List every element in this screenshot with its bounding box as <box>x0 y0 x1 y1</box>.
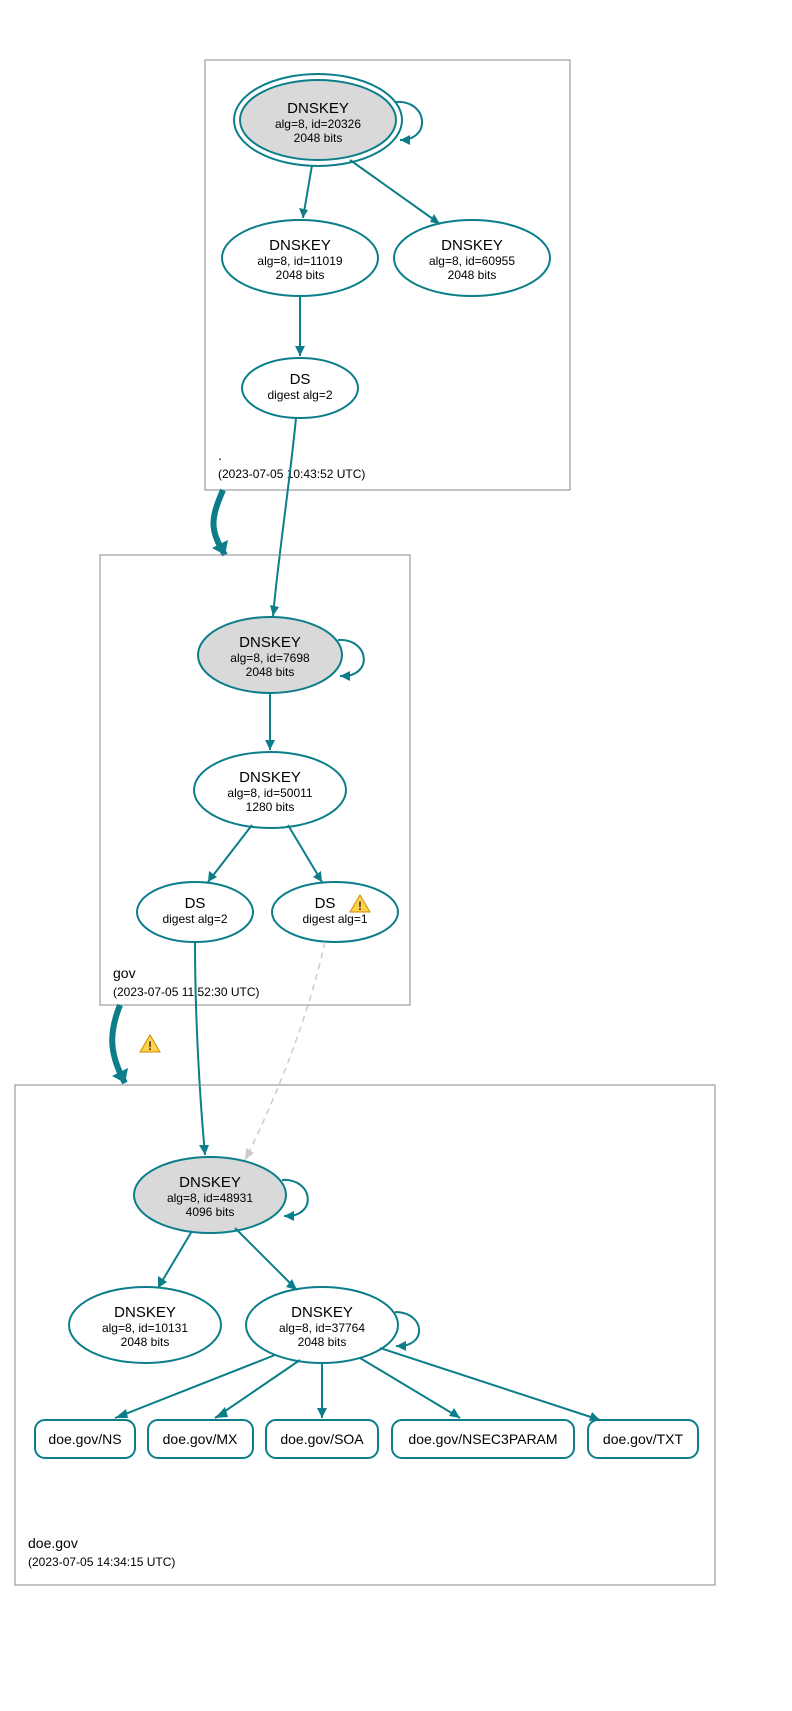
svg-text:DNSKEY: DNSKEY <box>287 100 349 117</box>
svg-text:1280 bits: 1280 bits <box>246 800 295 814</box>
svg-text:DS: DS <box>315 895 336 912</box>
svg-text:doe.gov/TXT: doe.gov/TXT <box>603 1431 684 1447</box>
svg-text:doe.gov/NS: doe.gov/NS <box>48 1431 121 1447</box>
edge-rootds-govksk <box>273 418 296 616</box>
svg-text:!: ! <box>148 1039 152 1053</box>
edge-govzsk-ds1 <box>208 825 252 882</box>
edge-govds2-doeksk-dashed <box>245 942 325 1160</box>
svg-text:digest alg=1: digest alg=1 <box>302 912 367 926</box>
zone-root-name: . <box>218 447 222 463</box>
node-root-ds: DS digest alg=2 <box>242 358 358 418</box>
zone-root: . (2023-07-05 10:43:52 UTC) DNSKEY alg=8… <box>205 60 570 490</box>
node-doe-ksk: DNSKEY alg=8, id=48931 4096 bits <box>134 1157 286 1233</box>
warning-icon: ! <box>140 1035 160 1053</box>
node-gov-ds1: DS digest alg=2 <box>137 882 253 942</box>
svg-text:digest alg=2: digest alg=2 <box>267 388 332 402</box>
svg-text:alg=8, id=11019: alg=8, id=11019 <box>257 254 343 268</box>
rrset-mx: doe.gov/MX <box>148 1420 253 1458</box>
svg-text:2048 bits: 2048 bits <box>448 268 497 282</box>
svg-text:doe.gov/SOA: doe.gov/SOA <box>280 1431 364 1447</box>
svg-text:DS: DS <box>185 895 206 912</box>
rrset-nsec3param: doe.gov/NSEC3PARAM <box>392 1420 574 1458</box>
svg-text:DNSKEY: DNSKEY <box>441 237 503 254</box>
svg-text:alg=8, id=48931: alg=8, id=48931 <box>167 1191 253 1205</box>
dnssec-diagram: . (2023-07-05 10:43:52 UTC) DNSKEY alg=8… <box>0 0 792 1711</box>
svg-text:alg=8, id=37764: alg=8, id=37764 <box>279 1321 365 1335</box>
svg-text:alg=8, id=50011: alg=8, id=50011 <box>227 786 313 800</box>
svg-text:2048 bits: 2048 bits <box>294 131 343 145</box>
edge-doeksk-zsk2 <box>235 1228 297 1290</box>
zone-doe-name: doe.gov <box>28 1535 78 1551</box>
svg-text:alg=8, id=20326: alg=8, id=20326 <box>275 117 361 131</box>
svg-text:digest alg=2: digest alg=2 <box>162 912 227 926</box>
svg-text:4096 bits: 4096 bits <box>186 1205 235 1219</box>
svg-text:(2023-07-05 14:34:15 UTC): (2023-07-05 14:34:15 UTC) <box>28 1555 175 1569</box>
edge-govzsk-ds2 <box>288 825 322 882</box>
svg-text:alg=8, id=7698: alg=8, id=7698 <box>230 651 310 665</box>
node-gov-ds2: DS digest alg=1 ! <box>272 882 398 942</box>
svg-text:2048 bits: 2048 bits <box>246 665 295 679</box>
node-doe-zsk1: DNSKEY alg=8, id=10131 2048 bits <box>69 1287 221 1363</box>
svg-text:2048 bits: 2048 bits <box>298 1335 347 1349</box>
edge-rootksk-zsk2 <box>350 160 440 224</box>
svg-text:doe.gov/MX: doe.gov/MX <box>163 1431 238 1447</box>
svg-text:DNSKEY: DNSKEY <box>291 1304 353 1321</box>
rrset-ns: doe.gov/NS <box>35 1420 135 1458</box>
node-doe-zsk2: DNSKEY alg=8, id=37764 2048 bits <box>246 1287 398 1363</box>
node-gov-ksk: DNSKEY alg=8, id=7698 2048 bits <box>198 617 342 693</box>
svg-text:2048 bits: 2048 bits <box>276 268 325 282</box>
svg-text:!: ! <box>358 899 362 913</box>
svg-text:alg=8, id=10131: alg=8, id=10131 <box>102 1321 188 1335</box>
svg-text:alg=8, id=60955: alg=8, id=60955 <box>429 254 515 268</box>
svg-text:DS: DS <box>290 371 311 388</box>
svg-text:DNSKEY: DNSKEY <box>239 634 301 651</box>
svg-text:DNSKEY: DNSKEY <box>114 1304 176 1321</box>
zone-gov: gov (2023-07-05 11:52:30 UTC) DNSKEY alg… <box>100 555 410 1005</box>
edge-govds1-doeksk <box>195 942 205 1155</box>
rrset-soa: doe.gov/SOA <box>266 1420 378 1458</box>
node-gov-zsk: DNSKEY alg=8, id=50011 1280 bits <box>194 752 346 828</box>
svg-text:(2023-07-05 11:52:30 UTC): (2023-07-05 11:52:30 UTC) <box>113 985 260 999</box>
svg-text:2048 bits: 2048 bits <box>121 1335 170 1349</box>
node-root-zsk1: DNSKEY alg=8, id=11019 2048 bits <box>222 220 378 296</box>
node-root-ksk: DNSKEY alg=8, id=20326 2048 bits <box>234 74 402 166</box>
svg-text:doe.gov/NSEC3PARAM: doe.gov/NSEC3PARAM <box>408 1431 557 1447</box>
node-root-zsk2: DNSKEY alg=8, id=60955 2048 bits <box>394 220 550 296</box>
svg-text:DNSKEY: DNSKEY <box>239 769 301 786</box>
svg-text:DNSKEY: DNSKEY <box>179 1174 241 1191</box>
zone-root-timestamp: (2023-07-05 10:43:52 UTC) <box>218 467 365 481</box>
zone-doe: doe.gov (2023-07-05 14:34:15 UTC) DNSKEY… <box>15 1085 715 1585</box>
zone-gov-name: gov <box>113 965 136 981</box>
rrset-txt: doe.gov/TXT <box>588 1420 698 1458</box>
svg-text:DNSKEY: DNSKEY <box>269 237 331 254</box>
